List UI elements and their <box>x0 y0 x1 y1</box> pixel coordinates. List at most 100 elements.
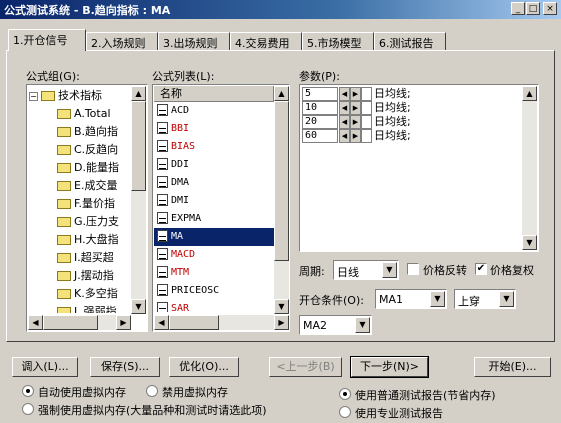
decrement-icon[interactable]: ◀ <box>339 87 350 101</box>
formula-icon <box>157 122 168 134</box>
tab-exit-rules[interactable]: 3.出场规则 <box>158 32 230 50</box>
scroll-left-icon[interactable]: ◀ <box>154 315 169 330</box>
tree-hscroll[interactable]: ◀ ▶ <box>28 315 131 330</box>
auto-memory-radio[interactable] <box>22 385 34 397</box>
list-vscroll[interactable]: ▲ ▼ <box>274 86 289 314</box>
formula-list-item[interactable]: EXPMA <box>154 210 274 228</box>
tree-item-label: B.趋向指 <box>74 125 119 138</box>
scroll-down-icon[interactable]: ▼ <box>131 299 146 314</box>
tab-test-report[interactable]: 6.测试报告 <box>374 32 446 50</box>
formula-list-item[interactable]: ACD <box>154 102 274 120</box>
tree-item[interactable]: G.压力支 <box>29 213 129 231</box>
tab-open-signal[interactable]: 1.开仓信号 <box>8 29 86 51</box>
optimize-button[interactable]: 优化(O)... <box>169 357 239 377</box>
folder-icon <box>57 235 71 245</box>
scroll-down-icon[interactable]: ▼ <box>522 235 537 250</box>
disable-memory-radio[interactable] <box>146 385 158 397</box>
column-header-name[interactable]: 名称 <box>154 86 274 102</box>
decrement-icon[interactable]: ◀ <box>339 115 350 129</box>
price-reverse-checkbox[interactable] <box>407 263 419 275</box>
start-button[interactable]: 开始(E)... <box>474 357 551 377</box>
tree-item[interactable]: F.量价指 <box>29 195 129 213</box>
open-line1-select[interactable]: MA1 ▼ <box>375 289 447 309</box>
param-value-input[interactable]: 20 <box>302 115 338 129</box>
next-button[interactable]: 下一步(N)> <box>350 356 429 378</box>
tree-item[interactable]: A.Total <box>29 105 129 123</box>
formula-group-tree[interactable]: − 技术指标 A.Total B.趋向指 C.反趋向 D.能量指 E.成交量 F.量价指 G.… <box>26 84 148 332</box>
formula-list-item[interactable]: DMI <box>154 192 274 210</box>
scroll-up-icon[interactable]: ▲ <box>522 86 537 101</box>
scroll-left-icon[interactable]: ◀ <box>28 315 43 330</box>
formula-list[interactable]: 名称 ACD BBI BIAS DDI DMA DMI EXPMA MA MACD MTM PRIC… <box>152 84 290 332</box>
formula-list-item[interactable]: BIAS <box>154 138 274 156</box>
tree-vscroll-thumb[interactable] <box>131 101 146 191</box>
chevron-down-icon[interactable]: ▼ <box>382 262 397 278</box>
cross-select[interactable]: 上穿 ▼ <box>454 289 516 309</box>
chevron-down-icon[interactable]: ▼ <box>499 291 514 307</box>
tree-item[interactable]: D.能量指 <box>29 159 129 177</box>
list-hscroll-thumb[interactable] <box>169 315 219 330</box>
scroll-right-icon[interactable]: ▶ <box>116 315 131 330</box>
increment-icon[interactable]: ▶ <box>350 101 361 115</box>
tree-root[interactable]: − 技术指标 <box>29 87 129 105</box>
param-value-input[interactable]: 5 <box>302 87 338 101</box>
period-select[interactable]: 日线 ▼ <box>333 260 399 280</box>
param-row: 5 ◀ ▶ 日均线; <box>302 87 520 101</box>
tree-hscroll-thumb[interactable] <box>43 315 98 330</box>
params-vscroll[interactable]: ▲ ▼ <box>522 86 537 250</box>
tree-item[interactable]: H.大盘指 <box>29 231 129 249</box>
list-hscroll[interactable]: ◀ ▶ <box>154 315 289 330</box>
formula-list-item[interactable]: BBI <box>154 120 274 138</box>
param-box-icon <box>361 101 372 115</box>
tab-market-model[interactable]: 5.市场模型 <box>302 32 374 50</box>
prev-button[interactable]: <上一步(B) <box>269 357 342 377</box>
formula-list-item[interactable]: MACD <box>154 246 274 264</box>
force-memory-radio[interactable] <box>22 403 34 415</box>
param-value-input[interactable]: 60 <box>302 129 338 143</box>
formula-list-item[interactable]: DDI <box>154 156 274 174</box>
tree-item[interactable]: K.多空指 <box>29 285 129 303</box>
tree-item[interactable]: C.反趋向 <box>29 141 129 159</box>
tree-item[interactable]: E.成交量 <box>29 177 129 195</box>
decrement-icon[interactable]: ◀ <box>339 129 350 143</box>
formula-list-item[interactable]: PRICEOSC <box>154 282 274 300</box>
save-button[interactable]: 保存(S)... <box>90 357 160 377</box>
tree-vscroll[interactable]: ▲ ▼ <box>131 86 146 314</box>
collapse-icon[interactable]: − <box>29 91 38 101</box>
close-button[interactable]: × <box>543 2 557 15</box>
param-value-input[interactable]: 10 <box>302 101 338 115</box>
formula-icon <box>157 302 168 312</box>
formula-list-item[interactable]: MTM <box>154 264 274 282</box>
tree-item[interactable]: I.超买超 <box>29 249 129 267</box>
increment-icon[interactable]: ▶ <box>350 87 361 101</box>
tree-item[interactable]: J.摆动指 <box>29 267 129 285</box>
increment-icon[interactable]: ▶ <box>350 129 361 143</box>
decrement-icon[interactable]: ◀ <box>339 101 350 115</box>
pro-report-radio[interactable] <box>339 406 351 418</box>
minimize-button[interactable]: _ <box>511 2 525 15</box>
price-restore-checkbox[interactable]: ✔ <box>475 263 487 275</box>
tree-item[interactable]: L.强弱指 <box>29 303 129 313</box>
scroll-right-icon[interactable]: ▶ <box>274 315 289 330</box>
formula-name: BIAS <box>171 141 196 152</box>
auto-memory-label: 自动使用虚拟内存 <box>38 386 126 399</box>
chevron-down-icon[interactable]: ▼ <box>430 291 445 307</box>
folder-icon <box>57 271 71 281</box>
scroll-up-icon[interactable]: ▲ <box>131 86 146 101</box>
increment-icon[interactable]: ▶ <box>350 115 361 129</box>
normal-report-radio[interactable] <box>339 388 351 400</box>
scroll-up-icon[interactable]: ▲ <box>274 86 289 101</box>
chevron-down-icon[interactable]: ▼ <box>355 317 370 333</box>
tab-entry-rules[interactable]: 2.入场规则 <box>86 32 158 50</box>
formula-list-item[interactable]: DMA <box>154 174 274 192</box>
list-vscroll-thumb[interactable] <box>274 101 289 261</box>
open-line2-select[interactable]: MA2 ▼ <box>299 315 372 335</box>
import-button[interactable]: 调入(L)... <box>12 357 78 377</box>
tab-trading-fees[interactable]: 4.交易费用 <box>230 32 302 50</box>
formula-list-item[interactable]: MA <box>154 228 274 246</box>
formula-icon <box>157 212 168 224</box>
formula-list-item[interactable]: SAR <box>154 300 274 312</box>
maximize-button[interactable]: □ <box>526 2 540 15</box>
scroll-down-icon[interactable]: ▼ <box>274 299 289 314</box>
tree-item[interactable]: B.趋向指 <box>29 123 129 141</box>
